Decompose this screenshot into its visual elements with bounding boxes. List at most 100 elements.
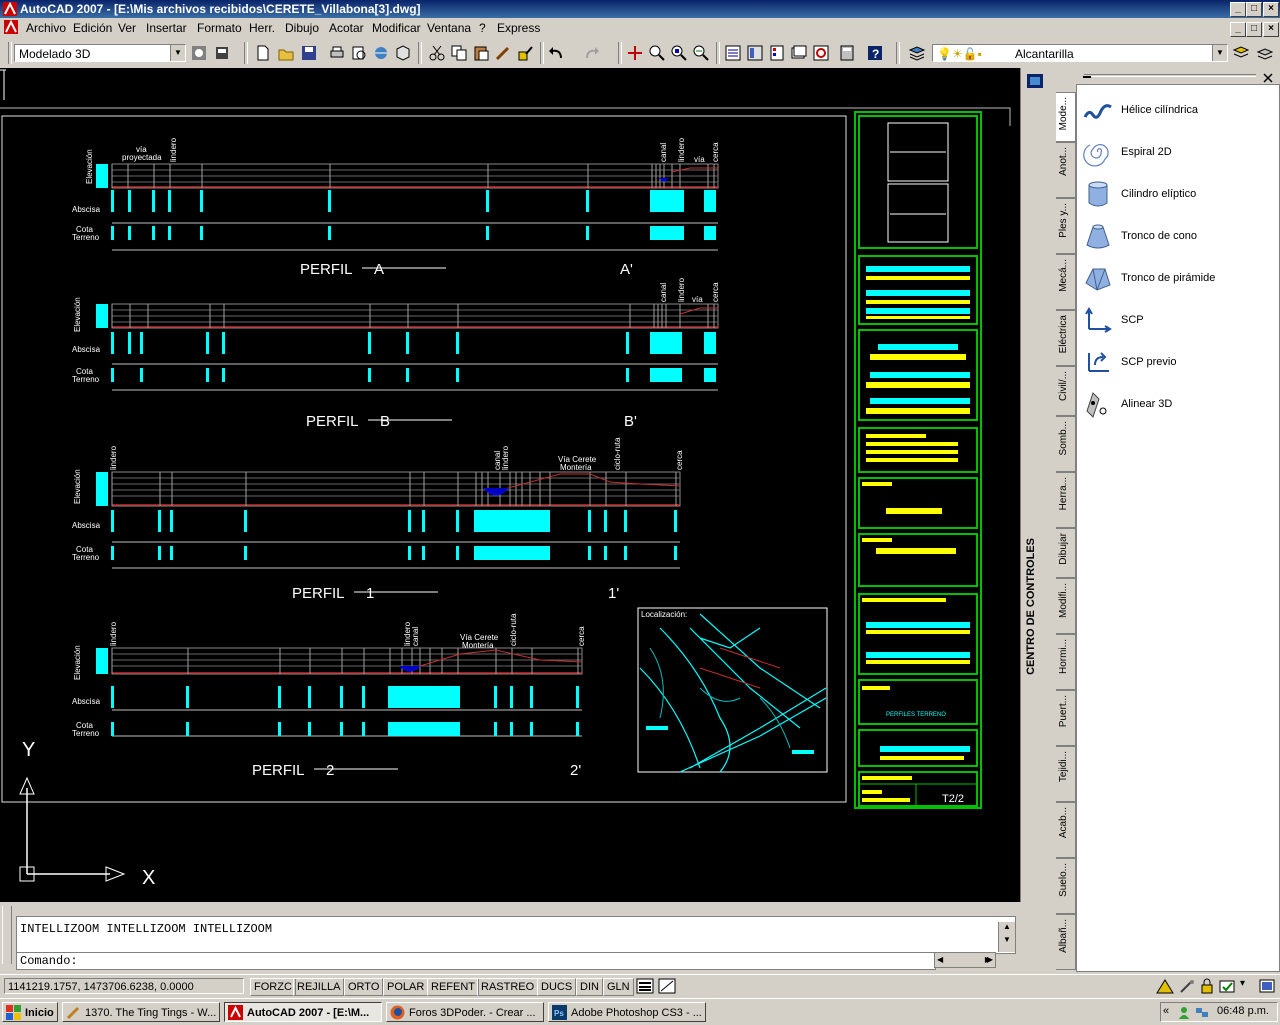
workspace-save-icon[interactable] [213, 44, 231, 62]
toggle-rejilla[interactable]: REJILLA [293, 978, 345, 996]
layer-manager-icon[interactable] [908, 44, 926, 62]
close-icon[interactable] [1262, 72, 1274, 84]
minimize-panel-icon[interactable] [1082, 72, 1092, 82]
toggle-forzc[interactable]: FORZC [250, 978, 296, 996]
control-center-panel[interactable]: CENTRO DE CONTROLES [1020, 68, 1049, 902]
toggle-din[interactable]: DIN [576, 978, 603, 996]
start-button[interactable]: Inicio [2, 1002, 58, 1022]
palette-grip[interactable] [1084, 74, 1256, 77]
tab-mecanica[interactable]: Mecá... [1056, 254, 1076, 310]
pan-icon[interactable] [626, 44, 644, 62]
history-scrollbar[interactable]: ▲ ▼ [998, 922, 1015, 952]
block-editor-icon[interactable] [516, 44, 534, 62]
design-center-icon[interactable] [746, 44, 764, 62]
scroll-down-icon[interactable]: ▼ [999, 935, 1015, 944]
coordinate-display[interactable]: 1141219.1757, 1473706.6238, 0.0000 [4, 978, 244, 994]
tab-civil[interactable]: Civil/... [1056, 366, 1076, 416]
tool-cone-frustum[interactable]: Tronco de cono [1081, 219, 1277, 253]
copy-icon[interactable] [450, 44, 468, 62]
menu-modificar[interactable]: Modificar [372, 21, 421, 35]
autocad-app-icon[interactable] [3, 2, 17, 16]
tab-modificar[interactable]: Modifi... [1056, 578, 1076, 634]
tool-helix[interactable]: Hélice cilíndrica [1081, 93, 1277, 127]
drawing-area[interactable]: Elevación Abscisa Cota Terreno vía proye… [0, 68, 1020, 902]
layer-select[interactable]: 💡☀🔓▪ Alcantarilla ▼ [932, 44, 1228, 62]
menu-archivo[interactable]: Archivo [26, 21, 66, 35]
new-file-icon[interactable] [254, 44, 272, 62]
calculator-icon[interactable] [838, 44, 856, 62]
tab-acabados[interactable]: Acab... [1056, 802, 1076, 858]
layer-previous-icon[interactable] [1232, 44, 1250, 62]
publish-icon[interactable] [372, 44, 390, 62]
tab-suelos[interactable]: Suelo... [1056, 858, 1076, 914]
tool-ucs[interactable]: SCP [1081, 303, 1277, 337]
lineweight-icon[interactable] [636, 978, 654, 994]
minimize-button[interactable]: _ [1230, 2, 1246, 17]
scroll-right-end-icon[interactable]: ▶ [980, 952, 996, 968]
3d-dwf-icon[interactable] [394, 44, 412, 62]
tab-albanileria[interactable]: Albañ... [1056, 914, 1076, 970]
menu-acotar[interactable]: Acotar [329, 21, 364, 35]
help-icon[interactable]: ? [866, 44, 884, 62]
clean-screen-icon[interactable] [1258, 978, 1276, 994]
tab-puertas[interactable]: Puert... [1056, 690, 1076, 746]
properties-icon[interactable] [724, 44, 742, 62]
cad-drawing[interactable]: Elevación Abscisa Cota Terreno vía proye… [0, 68, 1020, 902]
menu-ventana[interactable]: Ventana [427, 21, 471, 35]
cut-icon[interactable] [428, 44, 446, 62]
close-button[interactable]: × [1263, 2, 1279, 17]
toggle-ducs[interactable]: DUCS [537, 978, 577, 996]
zoom-previous-icon[interactable] [692, 44, 710, 62]
toggle-refent[interactable]: REFENT [427, 978, 479, 996]
menu-formato[interactable]: Formato [197, 21, 242, 35]
tab-hormigon[interactable]: Hormi... [1056, 634, 1076, 690]
menu-edicion[interactable]: Edición [73, 21, 112, 35]
tab-dibujar[interactable]: Dibujar [1056, 528, 1076, 578]
clock[interactable]: 06:48 p.m. [1217, 1005, 1269, 1017]
command-input[interactable]: Comando: [16, 952, 936, 970]
menu-help[interactable]: ? [479, 21, 486, 35]
status-menu-icon[interactable]: ▾ [1240, 978, 1245, 989]
menu-insertar[interactable]: Insertar [146, 21, 187, 35]
redo-icon[interactable] [582, 44, 600, 62]
menu-dibujo[interactable]: Dibujo [285, 21, 319, 35]
tool-spiral-2d[interactable]: Espiral 2D [1081, 135, 1277, 169]
sheet-set-icon[interactable] [790, 44, 808, 62]
tab-tejidos[interactable]: Tejidi... [1056, 746, 1076, 802]
tool-pyramid-frustum[interactable]: Tronco de pirámide [1081, 261, 1277, 295]
open-folder-icon[interactable] [277, 44, 295, 62]
panel-menu-icon[interactable] [1027, 74, 1043, 88]
chevron-down-icon[interactable]: ▼ [1212, 45, 1227, 61]
chevron-down-icon[interactable]: ▼ [170, 45, 185, 61]
maximize-button[interactable]: □ [1246, 2, 1262, 17]
workspace-select[interactable]: Modelado 3D ▼ [14, 44, 186, 62]
zoom-realtime-icon[interactable] [648, 44, 666, 62]
tool-align-3d[interactable]: Alinear 3D [1081, 387, 1277, 421]
lock-icon[interactable] [1198, 978, 1216, 994]
model-space-icon[interactable] [658, 978, 676, 994]
communication-center-icon[interactable] [1156, 978, 1174, 994]
toggle-polar[interactable]: POLAR [383, 978, 429, 996]
document-icon[interactable] [4, 20, 18, 34]
undo-icon[interactable] [548, 44, 566, 62]
match-properties-icon[interactable] [494, 44, 512, 62]
toggle-rastreo[interactable]: RASTREO [477, 978, 539, 996]
tray-expand-icon[interactable]: « [1163, 1005, 1169, 1017]
menu-express[interactable]: Express [497, 21, 540, 35]
tool-ucs-previous[interactable]: SCP previo [1081, 345, 1277, 379]
task-photoshop[interactable]: Ps Adobe Photoshop CS3 - ... [548, 1002, 706, 1022]
tab-anotacion[interactable]: Anot... [1056, 142, 1076, 198]
scroll-up-icon[interactable]: ▲ [999, 922, 1015, 931]
workspace-settings-icon[interactable] [190, 44, 208, 62]
tab-sombreado[interactable]: Somb... [1056, 416, 1076, 472]
task-firefox[interactable]: Foros 3DPoder. - Crear ... [386, 1002, 544, 1022]
scroll-left-icon[interactable]: ◀ [937, 955, 943, 964]
markup-icon[interactable] [812, 44, 830, 62]
print-icon[interactable] [328, 44, 346, 62]
save-icon[interactable] [300, 44, 318, 62]
tool-elliptic-cylinder[interactable]: Cilindro elíptico [1081, 177, 1277, 211]
zoom-window-icon[interactable] [670, 44, 688, 62]
plot-preview-icon[interactable] [350, 44, 368, 62]
doc-minimize-button[interactable]: _ [1230, 22, 1246, 37]
paste-icon[interactable] [472, 44, 490, 62]
